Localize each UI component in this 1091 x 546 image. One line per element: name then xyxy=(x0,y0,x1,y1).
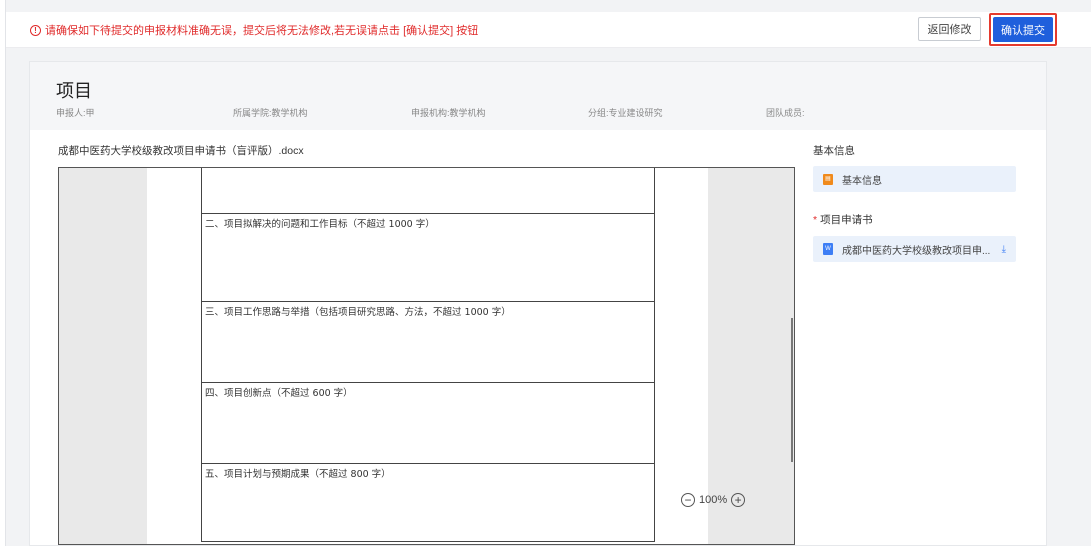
institution: 申报机构:教学机构 xyxy=(411,108,486,118)
team-members: 团队成员: xyxy=(766,108,805,118)
college: 所属学院:教学机构 xyxy=(233,108,308,118)
group: 分组:专业建设研究 xyxy=(588,108,663,118)
document-name: 成都中医药大学校级教改项目申请书（盲评版）.docx xyxy=(58,145,304,157)
basic-info-heading: 基本信息 xyxy=(813,145,855,157)
submit-warning: ! 请确保如下待提交的申报材料准确无误，提交后将无法修改,若无误请点击 [确认提… xyxy=(30,22,478,38)
project-title: 项目 xyxy=(56,81,92,101)
confirm-submit-button[interactable]: 确认提交 xyxy=(993,17,1053,42)
left-edge xyxy=(0,0,6,546)
word-file-icon: W xyxy=(823,243,833,255)
basic-info-label: 基本信息 xyxy=(842,175,882,187)
application-table: 二、项目拟解决的问题和工作目标（不超过 1000 字） 三、项目工作思路与举措（… xyxy=(201,168,655,542)
application-file-item[interactable]: W 成都中医药大学校级教改项目申... ⤓ xyxy=(813,236,1016,262)
download-icon[interactable]: ⤓ xyxy=(1002,244,1006,255)
form-icon: ▤ xyxy=(823,173,833,185)
zoom-in-icon[interactable]: + xyxy=(731,493,746,507)
info-circle-icon: ! xyxy=(30,24,41,36)
file-name: 成都中医药大学校级教改项目申... xyxy=(842,245,991,257)
table-cell: 二、项目拟解决的问题和工作目标（不超过 1000 字） xyxy=(202,213,654,301)
basic-info-item[interactable]: ▤ 基本信息 xyxy=(813,166,1016,192)
section-heading: 二、项目拟解决的问题和工作目标（不超过 1000 字） xyxy=(205,219,435,230)
zoom-level: 100% xyxy=(699,494,728,506)
table-cell: 三、项目工作思路与举措（包括项目研究思路、方法，不超过 1000 字） xyxy=(202,301,654,382)
project-header: 项目 申报人:甲 所属学院:教学机构 申报机构:教学机构 分组:专业建设研究 团… xyxy=(30,62,1046,130)
required-mark: * xyxy=(813,214,818,226)
project-panel: 项目 申报人:甲 所属学院:教学机构 申报机构:教学机构 分组:专业建设研究 团… xyxy=(29,61,1047,546)
section-heading: 四、项目创新点（不超过 600 字） xyxy=(205,388,353,399)
zoom-control: − 100% + xyxy=(681,493,746,507)
section-heading: 三、项目工作思路与举措（包括项目研究思路、方法，不超过 1000 字） xyxy=(205,307,511,318)
applicant: 申报人:甲 xyxy=(56,108,95,118)
document-page: 二、项目拟解决的问题和工作目标（不超过 1000 字） 三、项目工作思路与举措（… xyxy=(147,168,708,544)
document-viewer[interactable]: 二、项目拟解决的问题和工作目标（不超过 1000 字） 三、项目工作思路与举措（… xyxy=(58,167,795,545)
top-bar: ! 请确保如下待提交的申报材料准确无误，提交后将无法修改,若无误请点击 [确认提… xyxy=(6,12,1091,48)
table-cell: 五、项目计划与预期成果（不超过 800 字） xyxy=(202,463,654,542)
zoom-out-icon[interactable]: − xyxy=(681,493,695,507)
section-heading: 五、项目计划与预期成果（不超过 800 字） xyxy=(205,469,391,480)
application-heading-label: 项目申请书 xyxy=(820,214,873,226)
warning-text: 请确保如下待提交的申报材料准确无误，提交后将无法修改,若无误请点击 [确认提交]… xyxy=(45,25,479,37)
back-edit-button[interactable]: 返回修改 xyxy=(918,17,981,41)
application-heading: * 项目申请书 xyxy=(813,212,873,227)
table-cell: 四、项目创新点（不超过 600 字） xyxy=(202,382,654,463)
viewer-scrollbar[interactable] xyxy=(791,318,793,462)
